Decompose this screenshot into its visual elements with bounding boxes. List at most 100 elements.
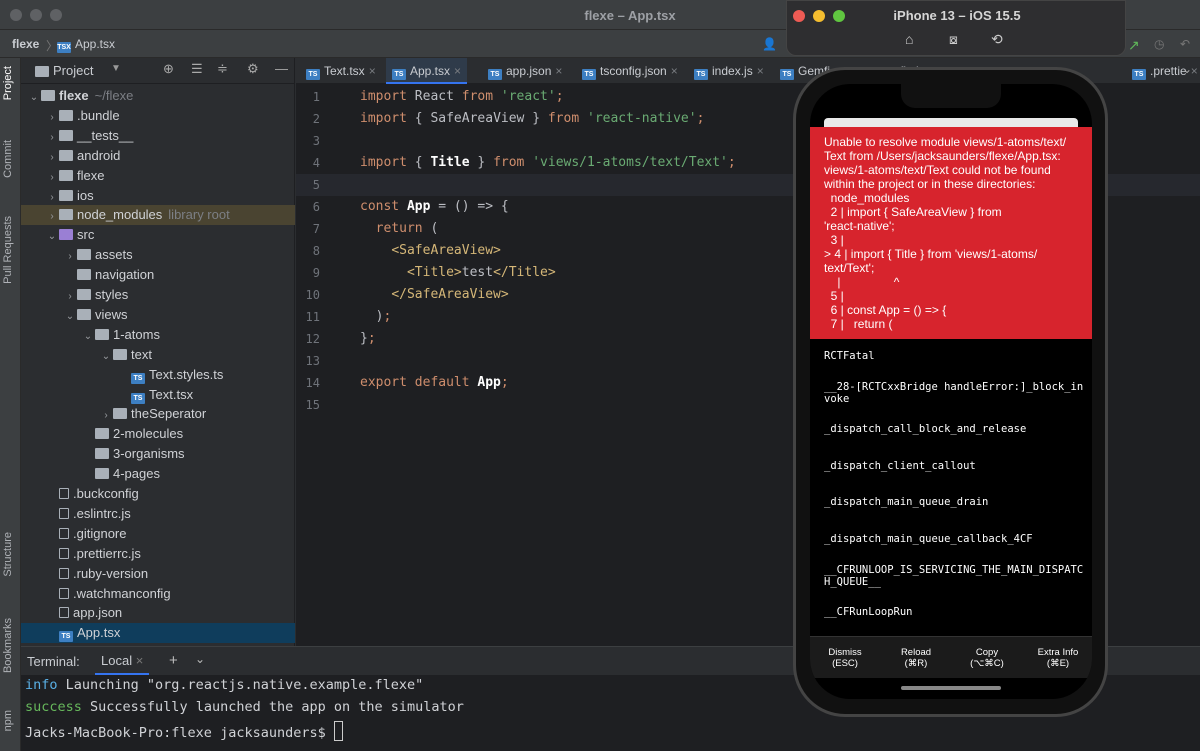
- tree-item[interactable]: TS Text.tsx: [21, 385, 295, 405]
- tree-item[interactable]: .prettierrc.js: [21, 544, 295, 564]
- close-icon[interactable]: ×: [757, 64, 764, 78]
- file-type-icon: TS: [694, 69, 708, 80]
- close-icon[interactable]: ×: [555, 64, 562, 78]
- tree-item[interactable]: › theSeperator: [21, 404, 295, 424]
- tool-pull-requests[interactable]: Pull Requests: [2, 216, 14, 284]
- tool-npm[interactable]: npm: [2, 710, 14, 731]
- folder-icon: [59, 169, 73, 181]
- tree-item[interactable]: app.json: [21, 603, 295, 623]
- tree-item[interactable]: TS App.tsx: [21, 623, 295, 644]
- tree-item-label: .buckconfig: [73, 486, 139, 501]
- tree-item[interactable]: › flexe: [21, 166, 295, 186]
- tree-item[interactable]: ⌄ views: [21, 305, 295, 325]
- stack-frame[interactable]: _dispatch_call_block_and_release: [824, 423, 1084, 435]
- tree-item[interactable]: 2-molecules: [21, 424, 295, 444]
- tree-item[interactable]: ⌄ 1-atoms: [21, 325, 295, 345]
- close-icon[interactable]: ×: [369, 64, 376, 78]
- editor-tab[interactable]: TS app.json ×: [482, 58, 568, 84]
- tree-item[interactable]: .ruby-version: [21, 564, 295, 584]
- line-number: 4: [312, 156, 320, 170]
- editor-tab[interactable]: TS App.tsx ×: [386, 58, 468, 84]
- folder-icon: [95, 328, 109, 340]
- typescript-file-icon: TS: [131, 392, 145, 404]
- close-icon[interactable]: ×: [136, 653, 144, 668]
- tree-item[interactable]: .watchmanconfig: [21, 584, 295, 604]
- stack-frame[interactable]: __CFRUNLOOP_IS_SERVICING_THE_MAIN_DISPAT…: [824, 564, 1084, 588]
- redbox-dismiss-button[interactable]: Dismiss (ESC): [810, 647, 880, 669]
- tree-item[interactable]: .buckconfig: [21, 484, 295, 504]
- redbox-error-message[interactable]: Unable to resolve module views/1-atoms/t…: [810, 127, 1092, 339]
- tree-item-label: text: [131, 346, 152, 362]
- stack-frame[interactable]: __CFRunLoopRun: [824, 606, 1084, 618]
- tree-item-label: assets: [95, 247, 133, 263]
- terminal-cursor[interactable]: [333, 721, 343, 741]
- tool-bookmarks[interactable]: Bookmarks: [2, 618, 14, 673]
- tree-item[interactable]: .eslintrc.js: [21, 504, 295, 524]
- stack-frame[interactable]: __28-[RCTCxxBridge handleError:]_block_i…: [824, 381, 1084, 405]
- collapse-all-icon[interactable]: ≑: [217, 61, 228, 77]
- breadcrumb-project[interactable]: flexe: [12, 37, 39, 51]
- tree-item[interactable]: .gitignore: [21, 524, 295, 544]
- tree-item[interactable]: › android: [21, 146, 295, 166]
- terminal-tab-local[interactable]: Local ×: [95, 647, 150, 675]
- stack-frame[interactable]: _dispatch_main_queue_drain: [824, 496, 1084, 508]
- stack-frame[interactable]: _dispatch_client_callout: [824, 460, 1084, 472]
- redbox-copy-button[interactable]: Copy (⌥⌘C): [952, 647, 1022, 669]
- stack-frame[interactable]: RCTFatal: [824, 350, 1084, 362]
- file-icon: [59, 587, 69, 599]
- vcs-arrow-icon[interactable]: ↗: [1128, 37, 1140, 54]
- line-number: 10: [305, 288, 320, 302]
- button-shortcut: (⌘R): [904, 658, 928, 669]
- tree-item-label: flexe: [59, 88, 89, 103]
- breadcrumb-file[interactable]: TSX App.tsx: [57, 37, 115, 53]
- tree-item[interactable]: › node_modules library root: [21, 205, 295, 226]
- tree-item[interactable]: › .bundle: [21, 106, 295, 126]
- tree-item[interactable]: › assets: [21, 245, 295, 265]
- tool-project[interactable]: Project: [2, 66, 14, 100]
- tree-item-label: 3-organisms: [113, 446, 185, 462]
- editor-tab[interactable]: TS Text.tsx ×: [300, 58, 382, 84]
- tool-structure[interactable]: Structure: [2, 532, 14, 577]
- code-text: import React from 'react';: [360, 89, 564, 104]
- chevron-down-icon[interactable]: ▼: [111, 63, 121, 74]
- expand-all-icon[interactable]: ☰: [191, 61, 203, 77]
- locate-icon[interactable]: ⊕: [163, 61, 174, 77]
- redbox-reload-button[interactable]: Reload (⌘R): [881, 647, 951, 669]
- gear-icon[interactable]: ⚙: [247, 61, 259, 77]
- editor-tab[interactable]: TS index.js ×: [688, 58, 770, 84]
- tree-item[interactable]: › __tests__: [21, 126, 295, 146]
- tree-item[interactable]: navigation: [21, 265, 295, 285]
- file-type-icon: TS: [392, 69, 406, 80]
- tree-item[interactable]: › ios: [21, 186, 295, 206]
- rollback-icon[interactable]: ↶: [1180, 37, 1190, 51]
- button-shortcut: (⌥⌘C): [970, 658, 1004, 669]
- tree-item[interactable]: 3-organisms: [21, 444, 295, 464]
- user-icon[interactable]: 👤: [762, 37, 777, 51]
- project-panel-header: Project ▼ ⊕ ☰ ≑ ⚙ —: [21, 58, 294, 84]
- stack-frame[interactable]: _dispatch_main_queue_callback_4CF: [824, 533, 1084, 545]
- home-icon[interactable]: ⌂: [905, 31, 913, 47]
- tree-item[interactable]: TS Text.styles.ts: [21, 365, 295, 385]
- project-panel-title[interactable]: Project: [53, 63, 93, 78]
- tabs-overflow-chevron-icon[interactable]: ⌄: [1182, 62, 1192, 76]
- rotate-icon[interactable]: ⟲: [991, 31, 1003, 48]
- add-terminal-icon[interactable]: +: [169, 652, 178, 669]
- tree-item[interactable]: ⌄ flexe ~/flexe: [21, 86, 295, 106]
- screenshot-icon[interactable]: ⧇: [949, 31, 958, 48]
- project-folder-icon: [35, 66, 49, 77]
- tree-item[interactable]: › styles: [21, 285, 295, 305]
- close-icon[interactable]: ×: [671, 64, 678, 78]
- tree-item[interactable]: ⌄ text: [21, 345, 295, 365]
- hide-panel-icon[interactable]: —: [275, 61, 288, 76]
- close-icon[interactable]: ×: [454, 64, 461, 78]
- redbox-extra-info-button[interactable]: Extra Info (⌘E): [1023, 647, 1092, 669]
- tool-commit[interactable]: Commit: [2, 140, 14, 178]
- folder-icon: [77, 269, 91, 281]
- history-icon[interactable]: ◷: [1154, 37, 1164, 51]
- chevron-down-icon[interactable]: ⌄: [195, 652, 205, 666]
- editor-tab[interactable]: TS tsconfig.json ×: [576, 58, 684, 84]
- editor-tab-label: Text.tsx: [324, 64, 365, 78]
- tree-item[interactable]: 4-pages: [21, 464, 295, 484]
- tree-item[interactable]: ⌄ src: [21, 225, 295, 245]
- editor-tab-label: tsconfig.json: [600, 64, 667, 78]
